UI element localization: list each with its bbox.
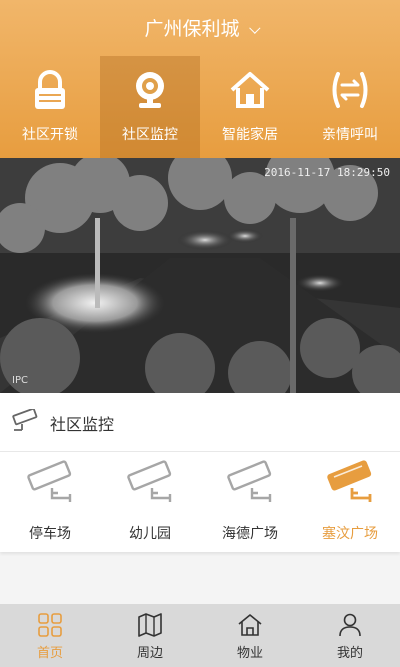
chevron-down-icon <box>248 22 260 34</box>
webcam-icon <box>136 72 164 108</box>
camera-label: 塞汶广场 <box>322 526 378 542</box>
video-timestamp: 2016-11-17 18:29:50 <box>264 166 390 179</box>
section-header: 社区监控 <box>0 393 400 452</box>
home-outline-icon <box>238 614 262 636</box>
feature-tabs: 社区开锁 社区监控 智能家居 亲情呼叫 <box>0 56 400 158</box>
cctv-camera-icon <box>27 460 72 502</box>
surveillance-video[interactable]: 2016-11-17 18:29:50 IPC <box>0 158 400 393</box>
cctv-camera-icon <box>12 409 38 431</box>
camera-label: 停车场 <box>29 526 71 542</box>
page-title: 广州保利城 <box>144 18 240 40</box>
cctv-camera-icon <box>327 460 372 502</box>
camera-label: 海德广场 <box>222 526 278 542</box>
nav-label: 物业 <box>236 646 263 661</box>
nav-item-property[interactable]: 物业 <box>200 604 300 667</box>
cctv-camera-icon <box>127 460 172 502</box>
camera-item-parking[interactable]: 停车场 <box>0 452 100 552</box>
video-source-label: IPC <box>12 375 28 386</box>
camera-list: 停车场 幼儿园 海德广场 塞汶广场 <box>0 452 400 552</box>
map-icon <box>138 613 162 637</box>
camera-item-saiwen-square[interactable]: 塞汶广场 <box>300 452 400 552</box>
tab-family-call[interactable]: 亲情呼叫 <box>300 56 400 158</box>
tab-community-unlock[interactable]: 社区开锁 <box>0 56 100 158</box>
nav-label: 我的 <box>336 646 363 661</box>
tab-community-monitor[interactable]: 社区监控 <box>100 56 200 158</box>
bottom-navigation: 首页 周边 物业 我的 <box>0 604 400 667</box>
tab-label: 社区监控 <box>122 127 178 143</box>
tab-label: 亲情呼叫 <box>322 127 378 143</box>
video-frame <box>0 158 400 393</box>
camera-item-kindergarten[interactable]: 幼儿园 <box>100 452 200 552</box>
tab-smart-home[interactable]: 智能家居 <box>200 56 300 158</box>
nav-item-home[interactable]: 首页 <box>0 604 100 667</box>
app-header: 广州保利城 社区开锁 社区监控 智能家居 亲情呼叫 <box>0 0 400 158</box>
call-icon <box>332 72 368 108</box>
location-selector[interactable]: 广州保利城 <box>0 14 400 41</box>
section-title: 社区监控 <box>50 415 115 434</box>
camera-item-haide-square[interactable]: 海德广场 <box>200 452 300 552</box>
nav-item-mine[interactable]: 我的 <box>300 604 400 667</box>
home-icon <box>230 72 270 108</box>
grid-icon <box>38 613 62 637</box>
user-icon <box>339 613 361 637</box>
camera-label: 幼儿园 <box>129 526 171 542</box>
nav-label: 周边 <box>136 646 163 661</box>
tab-label: 社区开锁 <box>22 127 78 143</box>
nav-label: 首页 <box>36 646 63 661</box>
cctv-camera-icon <box>227 460 272 502</box>
lock-icon <box>35 70 65 109</box>
tab-label: 智能家居 <box>222 127 278 143</box>
nav-item-nearby[interactable]: 周边 <box>100 604 200 667</box>
